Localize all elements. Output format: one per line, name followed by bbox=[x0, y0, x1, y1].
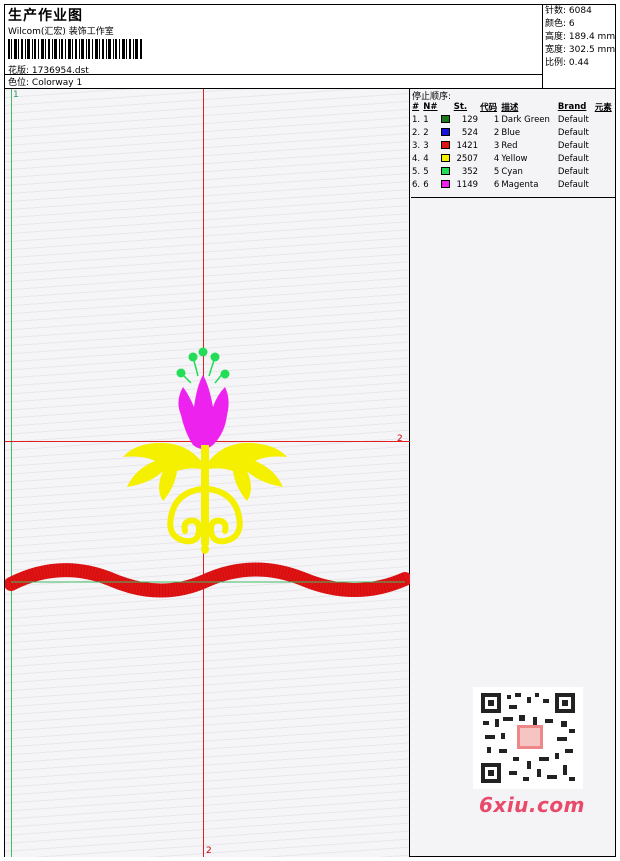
header-divider bbox=[5, 74, 543, 75]
cell-swatch bbox=[440, 165, 452, 178]
col-element: 元素 bbox=[594, 103, 612, 113]
cell-desc: Cyan bbox=[501, 166, 523, 177]
cell-code: 2 bbox=[493, 127, 500, 138]
cell-stitches: 129 bbox=[461, 114, 479, 125]
cell-brand: Default bbox=[557, 179, 589, 190]
cell-desc: Magenta bbox=[501, 179, 539, 190]
color-swatch bbox=[441, 167, 451, 175]
color-swatch bbox=[441, 154, 451, 162]
production-sheet: 生产作业图 Wilcom(汇宏) 装饰工作室 花版: 1736954.dst 色… bbox=[4, 4, 616, 857]
embroidery-design bbox=[5, 347, 410, 598]
table-header-row: # N# St. 代码 描述 Brand 元素 bbox=[411, 101, 615, 113]
cell-n: 3 bbox=[423, 140, 429, 151]
table-row[interactable]: 3. 3 1421 3 Red Default bbox=[411, 139, 615, 152]
cell-element bbox=[594, 178, 615, 191]
colorway-value: Colorway 1 bbox=[31, 78, 83, 88]
cell-desc: Blue bbox=[501, 127, 521, 138]
color-swatch bbox=[441, 128, 451, 136]
cell-seq: 5. bbox=[412, 166, 421, 177]
cell-code: 6 bbox=[493, 179, 500, 190]
cell-element bbox=[594, 152, 615, 165]
table-divider bbox=[411, 197, 615, 198]
cell-seq: 6. bbox=[412, 179, 421, 190]
cell-swatch bbox=[440, 139, 452, 152]
table-row[interactable]: 6. 6 1149 6 Magenta Default bbox=[411, 178, 615, 191]
red-wave-border bbox=[5, 562, 410, 598]
cell-n: 2 bbox=[423, 127, 429, 138]
cell-element bbox=[594, 139, 615, 152]
cell-stitches: 2507 bbox=[456, 153, 479, 164]
color-swatch bbox=[441, 141, 451, 149]
table-row[interactable]: 5. 5 352 5 Cyan Default bbox=[411, 165, 615, 178]
cell-seq: 4. bbox=[412, 153, 421, 164]
col-code: 代码 bbox=[480, 103, 498, 113]
cell-code: 5 bbox=[493, 166, 500, 177]
cell-desc: Red bbox=[501, 140, 518, 151]
stat-width: 宽度: 302.5 mm bbox=[545, 45, 616, 55]
col-seq: # bbox=[412, 102, 420, 112]
cell-element bbox=[594, 126, 615, 139]
col-brand: Brand bbox=[557, 102, 587, 112]
company-name: Wilcom(汇宏) 装饰工作室 bbox=[8, 27, 114, 37]
cell-stitches: 524 bbox=[461, 127, 479, 138]
cell-desc: Yellow bbox=[501, 153, 528, 164]
design-canvas[interactable]: 1 2 2 bbox=[5, 89, 410, 857]
yellow-scroll-motif bbox=[123, 442, 287, 554]
color-swatch bbox=[441, 115, 451, 123]
colorway: 色位: Colorway 1 bbox=[8, 75, 82, 88]
thread-table: # N# St. 代码 描述 Brand 元素 1. 1 129 1 Dark Gree… bbox=[411, 101, 615, 191]
cell-n: 1 bbox=[423, 114, 429, 125]
cell-element bbox=[594, 165, 615, 178]
table-row[interactable]: 1. 1 129 1 Dark Green Default bbox=[411, 113, 615, 126]
cell-stitches: 1421 bbox=[456, 140, 479, 151]
cell-stitches: 1149 bbox=[456, 179, 479, 190]
stat-scale: 比例: 0.44 bbox=[545, 58, 589, 68]
cell-brand: Default bbox=[557, 127, 589, 138]
page-title: 生产作业图 bbox=[8, 8, 83, 24]
header-info: 生产作业图 Wilcom(汇宏) 装饰工作室 花版: 1736954.dst 色… bbox=[5, 5, 543, 88]
cell-brand: Default bbox=[557, 166, 589, 177]
cell-brand: Default bbox=[557, 140, 589, 151]
colorway-label: 色位: bbox=[8, 78, 30, 88]
table-row[interactable]: 4. 4 2507 4 Yellow Default bbox=[411, 152, 615, 165]
cell-desc: Dark Green bbox=[501, 114, 550, 125]
header: 生产作业图 Wilcom(汇宏) 装饰工作室 花版: 1736954.dst 色… bbox=[5, 5, 615, 89]
cell-code: 1 bbox=[493, 114, 500, 125]
watermark-text: 6xiu.com bbox=[479, 793, 585, 817]
cell-brand: Default bbox=[557, 114, 589, 125]
cell-n: 4 bbox=[423, 153, 429, 164]
col-swatch bbox=[440, 101, 452, 113]
stat-colors: 颜色: 6 bbox=[545, 19, 575, 29]
cell-n: 5 bbox=[423, 166, 429, 177]
cell-code: 4 bbox=[493, 153, 500, 164]
col-stitches: St. bbox=[453, 102, 468, 112]
barcode-image bbox=[8, 39, 142, 59]
cell-seq: 1. bbox=[412, 114, 421, 125]
cell-seq: 3. bbox=[412, 140, 421, 151]
col-n: N# bbox=[423, 102, 438, 112]
cell-element bbox=[594, 113, 615, 126]
cell-code: 3 bbox=[493, 140, 500, 151]
design-stats: 针数: 6084 颜色: 6 高度: 189.4 mm 宽度: 302.5 mm… bbox=[544, 5, 615, 88]
color-swatch bbox=[441, 180, 451, 188]
cell-swatch bbox=[440, 113, 452, 126]
stat-height: 高度: 189.4 mm bbox=[545, 32, 616, 42]
cell-seq: 2. bbox=[412, 127, 421, 138]
cell-swatch bbox=[440, 178, 452, 191]
cell-stitches: 352 bbox=[461, 166, 479, 177]
cell-brand: Default bbox=[557, 153, 589, 164]
cell-swatch bbox=[440, 152, 452, 165]
qr-code-image bbox=[473, 687, 583, 789]
stat-stitches: 针数: 6084 bbox=[545, 6, 592, 16]
cell-n: 6 bbox=[423, 179, 429, 190]
cell-swatch bbox=[440, 126, 452, 139]
tulip-flower bbox=[178, 375, 229, 449]
col-desc: 描述 bbox=[501, 103, 519, 113]
table-row[interactable]: 2. 2 524 2 Blue Default bbox=[411, 126, 615, 139]
